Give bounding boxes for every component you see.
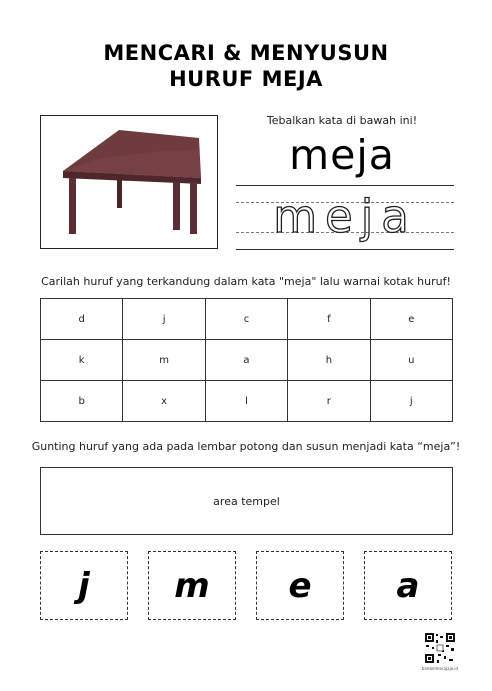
cut-cards: j m e a	[40, 551, 453, 620]
letter-card[interactable]: m	[148, 551, 236, 620]
letter-cell[interactable]: k	[39, 339, 124, 381]
letter-card[interactable]: a	[364, 551, 452, 620]
grid-row: d j c f e	[39, 298, 454, 340]
letter-cell[interactable]: r	[287, 380, 371, 422]
title-line-1: MENCARI & MENYUSUN	[103, 41, 389, 65]
letter-cell[interactable]: j	[122, 298, 206, 340]
letter-cell[interactable]: h	[287, 339, 371, 381]
letter-cell[interactable]: u	[369, 339, 454, 381]
letter-card[interactable]: j	[40, 551, 128, 620]
letter-cell[interactable]: a	[204, 339, 289, 381]
letter-cell[interactable]: l	[204, 380, 289, 422]
table-icon	[63, 130, 201, 234]
table-picture-frame	[40, 115, 218, 249]
title-line-2: HURUF MEJA	[169, 67, 323, 91]
letter-cell[interactable]: f	[287, 298, 371, 340]
letter-cell[interactable]: b	[39, 380, 124, 422]
letter-grid: d j c f e k m a h u b x l r j	[39, 298, 454, 422]
worksheet-title: MENCARI & MENYUSUN HURUF MEJA	[0, 40, 492, 92]
qr-code-icon	[424, 632, 456, 664]
tracing-lines: meja	[236, 185, 454, 255]
footer-url: bimbelmerajaja.id	[421, 666, 459, 671]
model-word: meja	[289, 131, 395, 179]
traced-word[interactable]: meja	[236, 187, 454, 247]
grid-row: k m a h u	[39, 339, 454, 381]
arrange-instruction: Gunting huruf yang ada pada lembar poton…	[31, 440, 461, 453]
letter-cell[interactable]: d	[39, 298, 124, 340]
paste-area[interactable]: area tempel	[40, 467, 453, 535]
letter-card[interactable]: e	[256, 551, 344, 620]
letter-cell[interactable]: c	[204, 298, 289, 340]
letter-cell[interactable]: e	[369, 298, 454, 340]
paste-area-label: area tempel	[213, 494, 280, 508]
letter-cell[interactable]: x	[122, 380, 206, 422]
trace-instruction: Tebalkan kata di bawah ini!	[266, 114, 418, 127]
grid-row: b x l r j	[39, 380, 454, 422]
find-instruction: Carilah huruf yang terkandung dalam kata…	[41, 275, 451, 288]
letter-cell[interactable]: m	[122, 339, 206, 381]
letter-cell[interactable]: j	[369, 380, 454, 422]
